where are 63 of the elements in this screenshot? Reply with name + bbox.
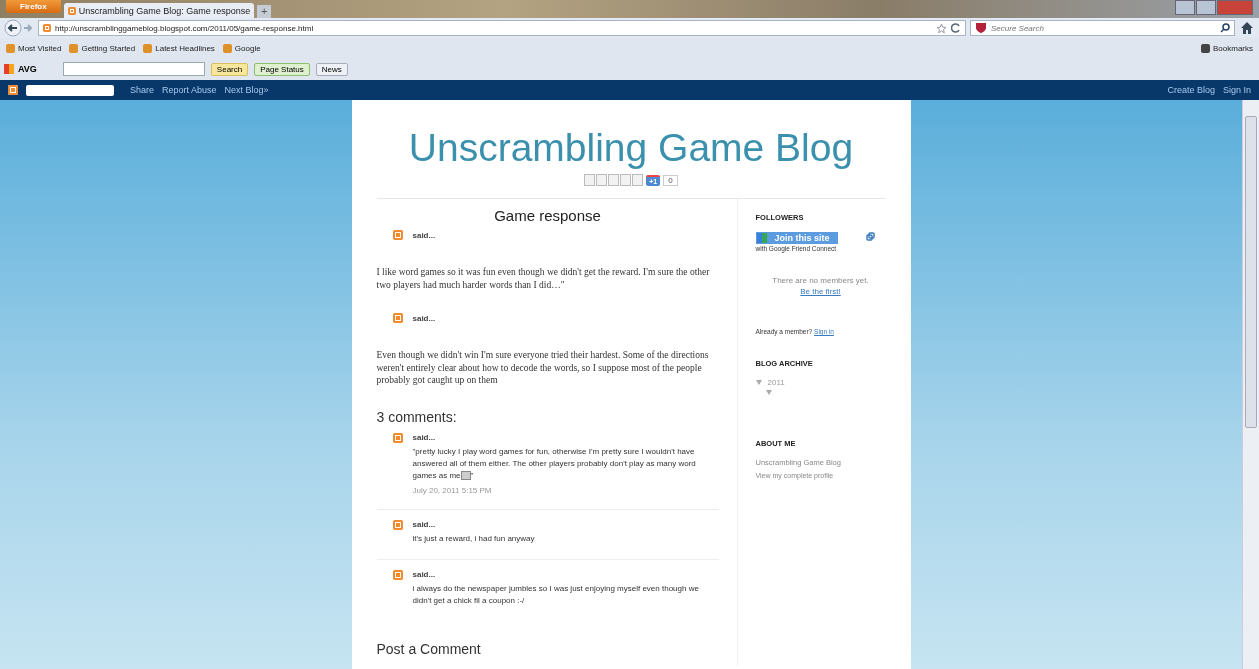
- bookmark-link[interactable]: Latest Headlines: [143, 43, 215, 53]
- window-controls-drawing[interactable]: [1175, 0, 1253, 15]
- post-title: Game response: [493, 207, 602, 224]
- blogger-icon: [67, 6, 76, 15]
- news-button[interactable]: News: [315, 62, 348, 76]
- bookmark-icon: [143, 43, 153, 53]
- be-first-link[interactable]: Be the first!: [800, 287, 841, 296]
- blogger-icon: [43, 24, 51, 32]
- author-label: said...: [412, 570, 436, 579]
- scrollbar[interactable]: [1242, 100, 1259, 669]
- expand-arrow[interactable]: [755, 380, 762, 385]
- link-icon[interactable]: [865, 232, 875, 241]
- comment-text: "pretty lucky I play word games for fun, otherwise I'm pretty sure I wouldn't have answered all of them either. The other players probably don't play as many word games as me ": [412, 445, 697, 482]
- blogger-icon: [392, 432, 403, 443]
- url-text: http://unscramblinggameblog.blogspot.com/2011/05/game-response.html: [55, 23, 314, 33]
- search-button[interactable]: Search: [210, 62, 249, 76]
- author-label: said...: [412, 230, 436, 240]
- navbar-link[interactable]: Create Blog: [1167, 85, 1215, 95]
- avg-logo[interactable]: AVG: [4, 64, 37, 74]
- bookmark-link[interactable]: Google: [222, 43, 261, 53]
- post-paragraph: I like word games so it was fun even though we didn't get the reward. I'm sure the other two players had much harder words than I did…": [376, 266, 711, 291]
- blogger-icon: [392, 569, 403, 580]
- shield-icon: [975, 22, 987, 34]
- blogger-icon: [392, 313, 403, 323]
- blog-search-field[interactable]: [26, 84, 114, 96]
- author-label: said...: [412, 433, 436, 442]
- search-field[interactable]: Secure Search: [970, 20, 1235, 36]
- navbar-link[interactable]: Report Abuse: [162, 85, 217, 95]
- browser-tab[interactable]: Unscrambling Game Blog: Game response: [63, 3, 255, 18]
- navbar-link[interactable]: Sign In: [1222, 85, 1251, 95]
- bookmark-link[interactable]: Most Visited: [6, 43, 62, 53]
- back-button[interactable]: [4, 19, 34, 37]
- home-icon[interactable]: [1239, 20, 1255, 36]
- page-status-button[interactable]: Page Status: [254, 62, 310, 76]
- bookmarks-menu[interactable]: Bookmarks: [1201, 43, 1253, 53]
- navbar-link[interactable]: Share: [130, 85, 155, 95]
- bookmark-icon: [1201, 43, 1210, 53]
- blogger-icon: [392, 519, 403, 530]
- members-empty-text: There are no members yet.: [771, 276, 870, 285]
- blogger-icon: [392, 230, 403, 240]
- plus-one-count: 0: [663, 174, 678, 186]
- bookmark-link[interactable]: Getting Started: [69, 43, 136, 53]
- star-icon[interactable]: [936, 22, 947, 34]
- search-icon[interactable]: [1220, 23, 1230, 33]
- blog-title[interactable]: Unscrambling Game Blog: [376, 126, 886, 170]
- toolbar-search-field[interactable]: [62, 62, 205, 76]
- navbar-link[interactable]: Next Blog»: [224, 85, 269, 95]
- author-label: said...: [412, 520, 436, 529]
- author-label: said...: [412, 313, 436, 323]
- bookmark-icon: [6, 43, 15, 53]
- bookmark-icon: [69, 43, 79, 53]
- address-bar[interactable]: http://unscramblinggameblog.blogspot.com/2011/05/game-response.html: [38, 20, 966, 36]
- bookmark-icon: [222, 43, 232, 53]
- post-paragraph: Even though we didn't win I'm sure everyone tried their hardest. Some of the directions weren't entirely clear about how to decode the words, so I suppose most of the people probably got caught up on them: [376, 349, 710, 387]
- comment-text: i always do the newspaper jumbles so I was just enjoying myself even though we didn't get a chick fil a coupon :-/: [412, 582, 700, 607]
- post-comment-heading: Post a Comment: [376, 640, 482, 657]
- blogger-icon[interactable]: [8, 85, 18, 95]
- reload-icon[interactable]: [951, 23, 961, 33]
- comments-heading: 3 comments:: [376, 408, 458, 425]
- expand-arrow[interactable]: [765, 390, 772, 395]
- new-tab-button[interactable]: +: [257, 5, 272, 18]
- comment-text: it's just a reward, i had fun anyway: [412, 532, 536, 545]
- share-icons-drawing[interactable]: [584, 174, 644, 186]
